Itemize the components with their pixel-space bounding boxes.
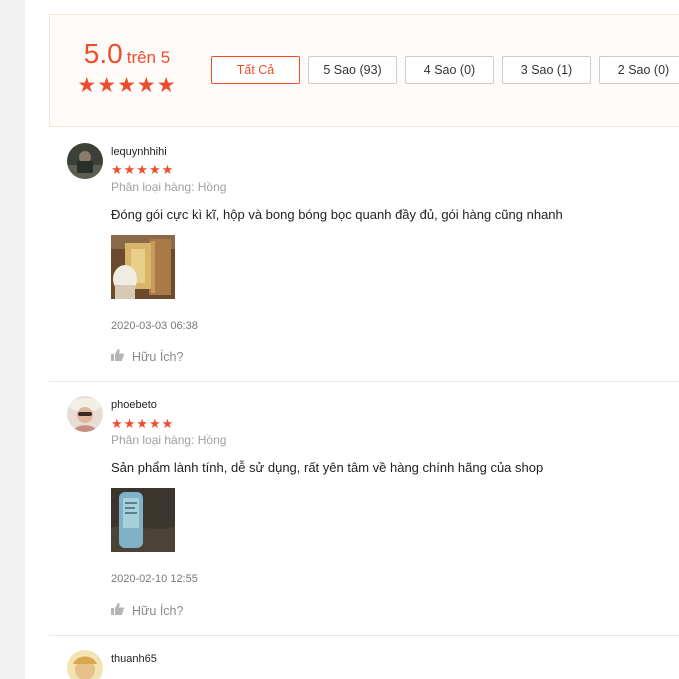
filter-2-star-button[interactable]: 2 Sao (0) [599,56,679,84]
rating-summary-panel: 5.0 trên 5 ★★★★★ Tất Cả 5 Sao (93) 4 Sao … [49,14,679,127]
review-stars-icon: ★★★★★ [111,162,175,177]
review-comment: Đóng gói cực kì kĩ, hộp và bong bóng bọc… [111,207,563,222]
helpful-label: Hữu Ích? [132,349,184,364]
review-item: lequynhhihi ★★★★★ Phân loại hàng: Hồng Đ… [49,127,679,382]
rating-value: 5.0 [83,38,123,69]
avatar[interactable] [67,396,103,432]
review-stars-icon: ★★★★★ [111,416,175,431]
rating-suffix: trên 5 [126,48,171,67]
rating-filters: Tất Cả 5 Sao (93) 4 Sao (0) 3 Sao (1) 2 … [211,56,679,84]
review-item: phoebeto ★★★★★ Phân loại hàng: Hồng Sản … [49,382,679,636]
review-variant: Phân loại hàng: Hồng [111,180,227,194]
review-timestamp: 2020-03-03 06:38 [111,320,198,332]
review-variant: Phân loại hàng: Hồng [111,433,227,447]
rating-score: 5.0 trên 5 ★★★★★ [77,39,177,97]
review-timestamp: 2020-02-10 12:55 [111,573,198,585]
left-gutter [0,0,25,679]
filter-3-star-button[interactable]: 3 Sao (1) [502,56,591,84]
review-comment: Sản phẩm lành tính, dễ sử dụng, rất yên … [111,460,544,475]
review-photo[interactable] [111,235,175,299]
thumbs-up-icon [111,349,124,364]
helpful-button[interactable]: Hữu Ích? [111,349,183,364]
review-username[interactable]: lequynhhihi [111,146,167,158]
helpful-label: Hữu Ích? [132,603,184,618]
avatar[interactable] [67,143,103,179]
filter-5-star-button[interactable]: 5 Sao (93) [308,56,397,84]
thumbs-up-icon [111,603,124,618]
helpful-button[interactable]: Hữu Ích? [111,603,183,618]
review-username[interactable]: thuanh65 [111,653,157,665]
rating-stars-icon: ★★★★★ [77,74,177,97]
review-username[interactable]: phoebeto [111,399,157,411]
review-photo[interactable] [111,488,175,552]
filter-4-star-button[interactable]: 4 Sao (0) [405,56,494,84]
review-item: thuanh65 [49,636,679,679]
filter-all-button[interactable]: Tất Cả [211,56,300,84]
avatar[interactable] [67,650,103,679]
